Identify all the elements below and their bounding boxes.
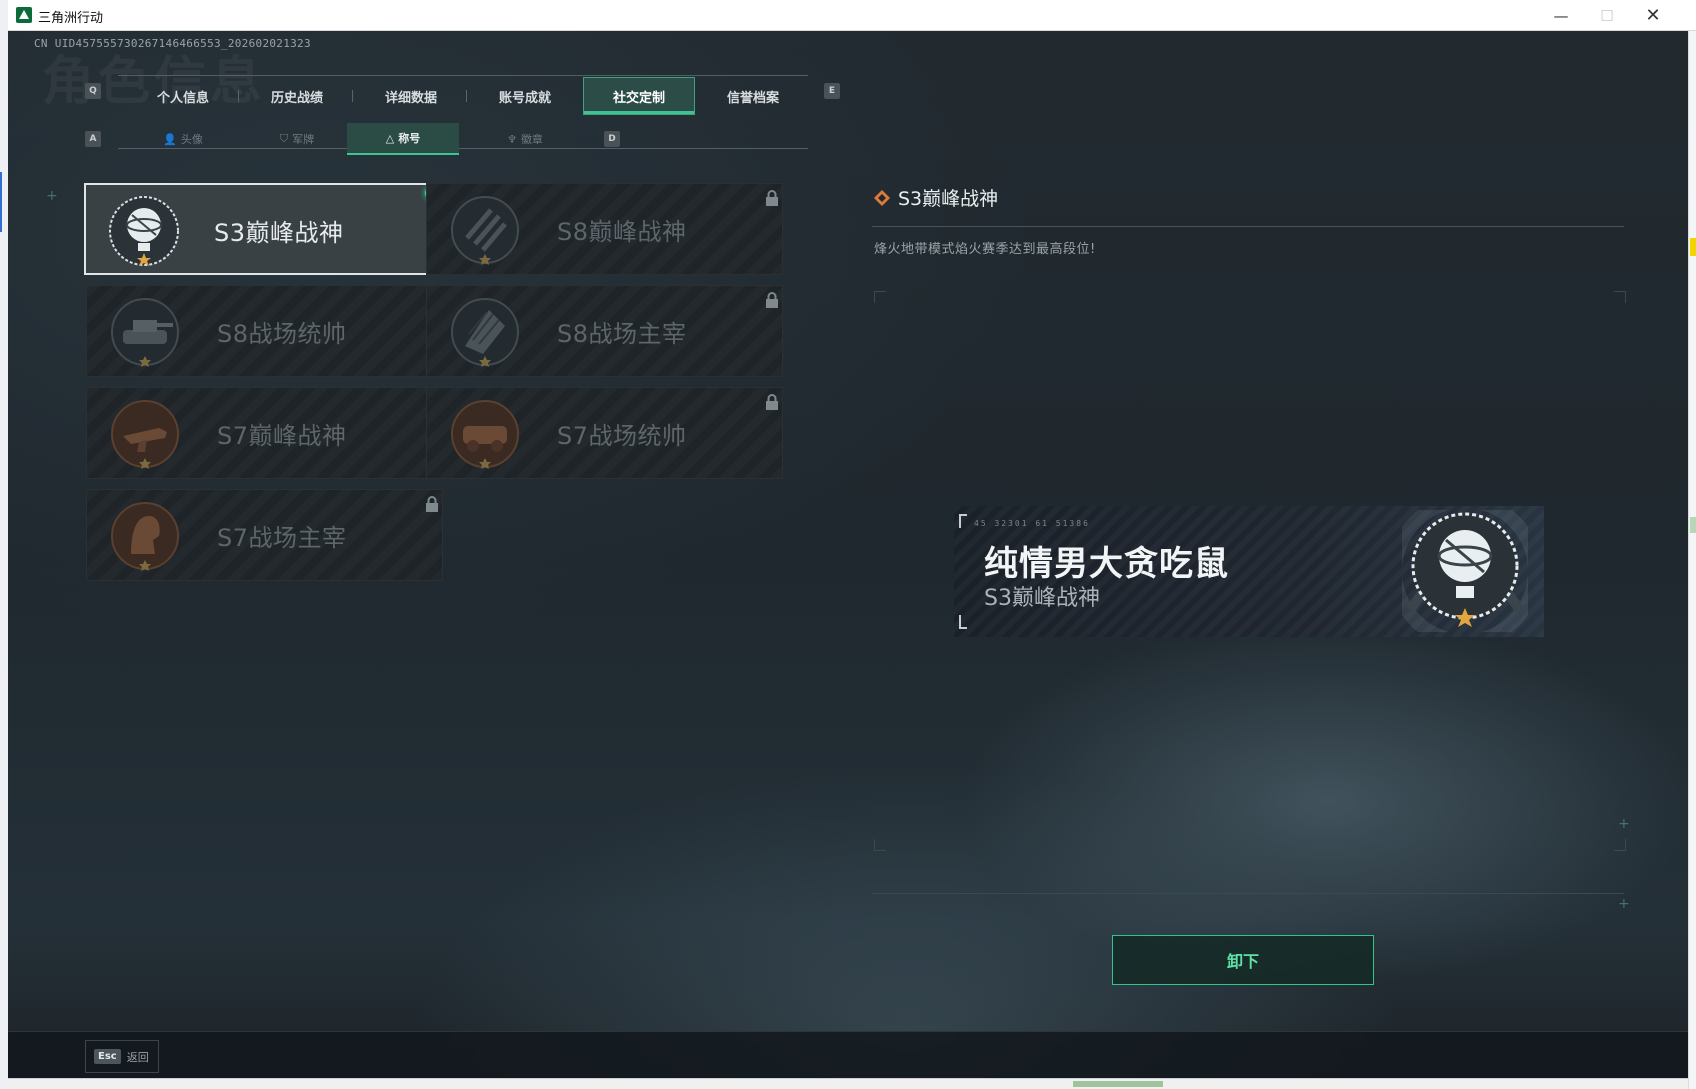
title-card-s8-dominator[interactable]: S8战场主宰	[426, 285, 783, 377]
player-uid: CN UID457555730267146466553_202602021323	[34, 37, 311, 50]
title-name: S8战场主宰	[557, 320, 687, 348]
subtab-emblem[interactable]: ♆ 徽章	[469, 123, 581, 155]
prev-tab-key-hint[interactable]: Q	[85, 83, 101, 99]
tab-divider	[466, 90, 467, 102]
slash-badge-icon	[449, 194, 521, 266]
subtab-avatar[interactable]: 👤 头像	[127, 123, 239, 155]
title-name: S3巅峰战神	[214, 219, 344, 247]
frame-corner	[874, 839, 886, 851]
maximize-button[interactable]: ☐	[1584, 0, 1630, 31]
next-subtab-key-hint[interactable]: D	[604, 131, 620, 147]
desktop-highlight-green	[1690, 517, 1696, 533]
title-card-s7-peak[interactable]: S7巅峰战神	[86, 387, 443, 479]
prev-subtab-key-hint[interactable]: A	[85, 131, 101, 147]
window-title: 三角洲行动	[38, 11, 104, 26]
subtab-label: 军牌	[292, 133, 315, 146]
subtab-label: 徽章	[520, 133, 543, 146]
desktop-bottom-edge	[8, 1078, 1688, 1089]
desktop-left-edge	[0, 0, 8, 1089]
hud-crosshair-icon: +	[46, 188, 58, 204]
tab-divider	[352, 90, 353, 102]
frame-corner	[1614, 839, 1626, 851]
frame-corner	[1614, 291, 1626, 303]
action-divider	[872, 893, 1624, 894]
tab-label: 信誉档案	[726, 90, 779, 106]
title-card-s7-dominator[interactable]: S7战场主宰	[86, 489, 443, 581]
desktop-bottom-segment	[1073, 1081, 1163, 1087]
back-button[interactable]: Esc 返回	[85, 1040, 159, 1073]
lock-icon	[426, 496, 438, 512]
tab-social-customization[interactable]: 社交定制	[583, 77, 695, 115]
desktop-highlight-yellow	[1690, 238, 1696, 256]
close-button[interactable]: ✕	[1630, 0, 1676, 31]
shield-icon: ⛉	[279, 132, 289, 145]
subtab-dogtag[interactable]: ⛉ 军牌	[241, 123, 353, 155]
lock-icon	[766, 292, 778, 308]
detail-description: 烽火地带模式焰火赛季达到最高段位!	[874, 242, 1096, 257]
title-name: S7巅峰战神	[217, 422, 347, 450]
title-name: S8巅峰战神	[557, 218, 687, 246]
desktop-selection-mark	[0, 172, 2, 232]
tab-divider	[238, 90, 239, 102]
diamond-icon	[874, 189, 890, 206]
next-tab-key-hint[interactable]: E	[824, 83, 840, 99]
building-badge-icon	[449, 296, 521, 368]
subtab-label: 头像	[180, 133, 203, 146]
tab-personal-info[interactable]: 个人信息	[127, 77, 239, 115]
title-card-s3-peak[interactable]: S3巅峰战神	[84, 183, 441, 275]
game-viewport: 角色信息 CN UID457555730267146466553_2026020…	[8, 31, 1688, 1078]
preview-title: S3巅峰战神	[984, 586, 1100, 611]
tab-label: 个人信息	[156, 90, 209, 106]
gun-badge-icon	[109, 398, 181, 470]
lock-icon	[766, 190, 778, 206]
detail-header: S3巅峰战神	[874, 184, 998, 211]
tank-badge-icon	[109, 296, 181, 368]
triangle-icon: △	[385, 131, 395, 145]
tab-label: 社交定制	[612, 90, 665, 106]
title-name: S8战场统帅	[217, 320, 347, 348]
emblem-icon: ♆	[507, 132, 517, 146]
minimize-button[interactable]: —	[1538, 0, 1584, 31]
subtab-title[interactable]: △ 称号	[347, 123, 459, 155]
tab-achievements[interactable]: 账号成就	[469, 77, 581, 115]
subtab-label: 称号	[398, 132, 421, 145]
tab-credit-record[interactable]: 信誉档案	[697, 77, 809, 115]
window-titlebar: 三角洲行动 — ☐ ✕	[8, 0, 1696, 31]
title-name: S7战场统帅	[557, 422, 687, 450]
title-card-s7-commander[interactable]: S7战场统帅	[426, 387, 783, 479]
helmet-badge-icon	[109, 500, 181, 572]
tab-history[interactable]: 历史战绩	[241, 77, 353, 115]
vehicle-badge-icon	[449, 398, 521, 470]
footer-bar	[8, 1031, 1688, 1078]
desktop-right-edge	[1688, 31, 1696, 1089]
globe-trophy-badge-icon	[1402, 510, 1528, 632]
hud-crosshair-icon: +	[1618, 896, 1630, 912]
lock-icon	[766, 394, 778, 410]
banner-bracket	[959, 615, 967, 629]
tab-detailed-data[interactable]: 详细数据	[355, 77, 467, 115]
title-card-s8-peak[interactable]: S8巅峰战神	[426, 183, 783, 275]
person-icon: 👤	[163, 132, 177, 146]
title-name: S7战场主宰	[217, 524, 347, 552]
title-card-s8-commander[interactable]: S8战场统帅	[86, 285, 443, 377]
detail-divider	[872, 226, 1624, 227]
title-preview-banner: 45 32301 61 51386 纯情男大贪吃鼠 S3巅峰战神	[954, 506, 1544, 637]
banner-serial: 45 32301 61 51386	[974, 519, 1090, 528]
globe-trophy-badge-icon	[108, 195, 180, 267]
back-label: 返回	[126, 1050, 149, 1064]
esc-key-hint: Esc	[94, 1049, 121, 1064]
player-name: 纯情男大贪吃鼠	[984, 544, 1229, 584]
frame-corner	[874, 291, 886, 303]
tab-label: 详细数据	[384, 90, 437, 106]
tab-label: 历史战绩	[270, 90, 323, 106]
unequip-button[interactable]: 卸下	[1112, 935, 1374, 985]
detail-title-text: S3巅峰战神	[898, 188, 999, 210]
banner-bracket	[959, 514, 967, 528]
app-logo-icon	[16, 7, 32, 23]
tab-label: 账号成就	[498, 90, 551, 106]
